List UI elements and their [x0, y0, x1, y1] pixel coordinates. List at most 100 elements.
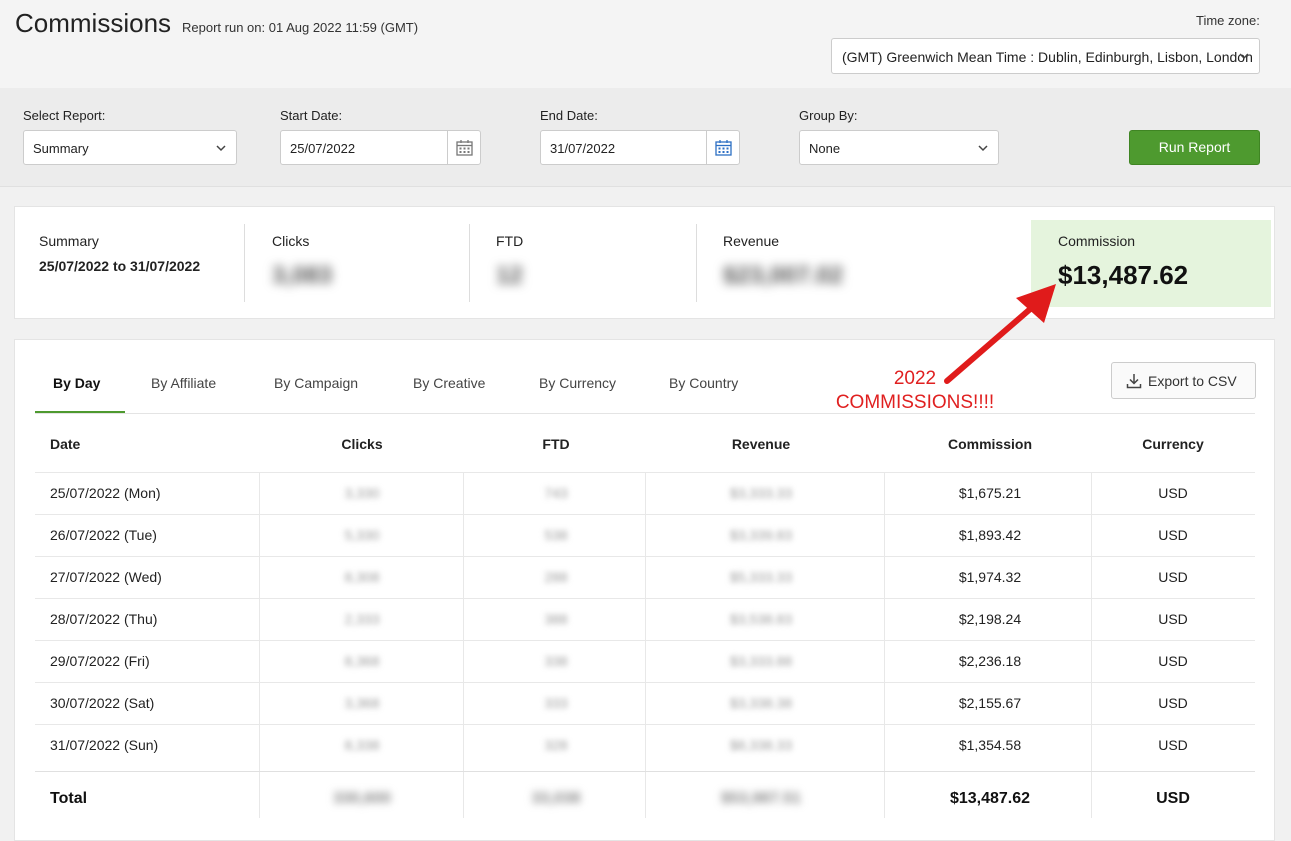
commission-summary-box: Commission $13,487.62	[1031, 220, 1271, 307]
clicks-cell: 3,368	[344, 695, 380, 711]
tab-by-day[interactable]: By Day	[53, 375, 100, 391]
clicks-value: 3,083	[272, 262, 333, 289]
chevron-down-icon	[216, 145, 226, 152]
commissions-annotation: 2022 COMMISSIONS!!!!	[810, 367, 1020, 415]
revenue-cell: $3,338.38	[729, 695, 793, 711]
select-report-dropdown[interactable]: Summary	[23, 130, 237, 165]
clicks-cell: 2,333	[344, 611, 380, 627]
currency-cell: USD	[1158, 485, 1188, 501]
table-total-row: Total 330,600 33,038 $53,987.51 $13,487.…	[35, 771, 1255, 823]
clicks-cell: 8,368	[344, 653, 380, 669]
end-date-label: End Date:	[540, 108, 598, 123]
annotation-line-2: COMMISSIONS!!!!	[835, 392, 995, 413]
commission-cell: $1,675.21	[958, 485, 1022, 501]
commission-label: Commission	[1058, 233, 1136, 249]
start-date-field[interactable]: 25/07/2022	[280, 130, 481, 165]
ftd-cell: 538	[544, 527, 568, 543]
tab-by-campaign[interactable]: By Campaign	[274, 375, 358, 391]
export-csv-label: Export to CSV	[1148, 373, 1237, 389]
group-by-dropdown[interactable]: None	[799, 130, 999, 165]
end-date-picker-button[interactable]	[706, 131, 739, 164]
column-header-commission: Commission	[947, 436, 1032, 452]
revenue-cell: $3,538.83	[729, 611, 793, 627]
ftd-label: FTD	[496, 233, 524, 249]
column-header-clicks: Clicks	[341, 436, 383, 452]
summary-title: Summary	[39, 233, 99, 249]
currency-cell: USD	[1158, 611, 1188, 627]
divider	[696, 224, 697, 302]
commission-cell: $1,354.58	[958, 737, 1022, 753]
table-row: 27/07/2022 (Wed) 8,308 288 $5,333.33 $1,…	[35, 556, 1255, 598]
column-header-revenue: Revenue	[731, 436, 791, 452]
table-row: 31/07/2022 (Sun) 8,338 328 $8,338.33 $1,…	[35, 724, 1255, 766]
tab-by-currency[interactable]: By Currency	[539, 375, 616, 391]
ftd-cell: 338	[544, 653, 568, 669]
date-cell: 25/07/2022 (Mon)	[50, 485, 161, 501]
ftd-value: 12	[496, 262, 523, 289]
tab-by-affiliate[interactable]: By Affiliate	[151, 375, 216, 391]
table-row: 29/07/2022 (Fri) 8,368 338 $3,333.88 $2,…	[35, 640, 1255, 682]
clicks-cell: 8,338	[344, 737, 380, 753]
currency-cell: USD	[1158, 569, 1188, 585]
date-cell: 27/07/2022 (Wed)	[50, 569, 162, 585]
annotation-line-1: 2022	[893, 368, 937, 389]
column-header-currency: Currency	[1142, 436, 1204, 452]
currency-cell: USD	[1158, 653, 1188, 669]
commission-value: $13,487.62	[1058, 260, 1189, 290]
table-row: 30/07/2022 (Sat) 3,368 333 $3,338.38 $2,…	[35, 682, 1255, 724]
group-by-value: None	[809, 141, 841, 156]
column-header-date: Date	[50, 436, 81, 452]
table-row: 25/07/2022 (Mon) 3,330 743 $3,333.33 $1,…	[35, 472, 1255, 514]
group-by-label: Group By:	[799, 108, 858, 123]
total-clicks: 330,600	[333, 790, 391, 807]
clicks-cell: 8,308	[344, 569, 380, 585]
total-currency: USD	[1156, 790, 1190, 807]
start-date-picker-button[interactable]	[447, 131, 480, 164]
summary-date-range: 25/07/2022 to 31/07/2022	[39, 258, 201, 274]
total-revenue: $53,987.51	[720, 790, 802, 807]
calendar-icon	[456, 140, 473, 156]
clicks-cell: 5,330	[344, 527, 380, 543]
ftd-cell: 288	[544, 569, 568, 585]
select-report-value: Summary	[33, 141, 89, 156]
date-cell: 29/07/2022 (Fri)	[50, 653, 150, 669]
revenue-value: $23,007.02	[723, 262, 844, 289]
currency-cell: USD	[1158, 695, 1188, 711]
table-row: 28/07/2022 (Thu) 2,333 388 $3,538.83 $2,…	[35, 598, 1255, 640]
ftd-cell: 388	[544, 611, 568, 627]
total-commission: $13,487.62	[949, 790, 1031, 807]
ftd-cell: 743	[544, 485, 568, 501]
date-cell: 31/07/2022 (Sun)	[50, 737, 159, 753]
clicks-label: Clicks	[272, 233, 310, 249]
tab-by-creative[interactable]: By Creative	[413, 375, 485, 391]
date-cell: 30/07/2022 (Sat)	[50, 695, 155, 711]
revenue-cell: $5,333.33	[729, 569, 793, 585]
commission-cell: $2,198.24	[958, 611, 1022, 627]
ftd-cell: 328	[544, 737, 568, 753]
export-csv-button[interactable]: Export to CSV	[1111, 362, 1256, 399]
page-header: Commissions Report run on: 01 Aug 2022 1…	[0, 0, 1291, 88]
total-ftd: 33,038	[531, 790, 581, 807]
active-tab-indicator	[35, 411, 125, 413]
timezone-value: (GMT) Greenwich Mean Time : Dublin, Edin…	[842, 49, 1253, 65]
timezone-select[interactable]: (GMT) Greenwich Mean Time : Dublin, Edin…	[831, 38, 1260, 74]
report-card: By Day By Affiliate By Campaign By Creat…	[14, 339, 1275, 841]
total-label: Total	[50, 790, 88, 807]
run-report-button[interactable]: Run Report	[1129, 130, 1260, 165]
chevron-down-icon	[978, 145, 988, 152]
currency-cell: USD	[1158, 737, 1188, 753]
ftd-cell: 333	[544, 695, 568, 711]
end-date-value: 31/07/2022	[550, 141, 616, 156]
revenue-cell: $8,338.33	[729, 737, 793, 753]
revenue-cell: $3,339.83	[729, 527, 793, 543]
tab-by-country[interactable]: By Country	[669, 375, 738, 391]
timezone-label: Time zone:	[1196, 13, 1260, 28]
table-row: 26/07/2022 (Tue) 5,330 538 $3,339.83 $1,…	[35, 514, 1255, 556]
commission-cell: $2,236.18	[958, 653, 1022, 669]
commission-cell: $1,974.32	[958, 569, 1022, 585]
end-date-field[interactable]: 31/07/2022	[540, 130, 740, 165]
chevron-down-icon	[1239, 53, 1249, 60]
commission-cell: $2,155.67	[958, 695, 1022, 711]
filter-bar: Select Report: Summary Start Date: 25/07…	[0, 88, 1291, 187]
clicks-cell: 3,330	[344, 485, 380, 501]
